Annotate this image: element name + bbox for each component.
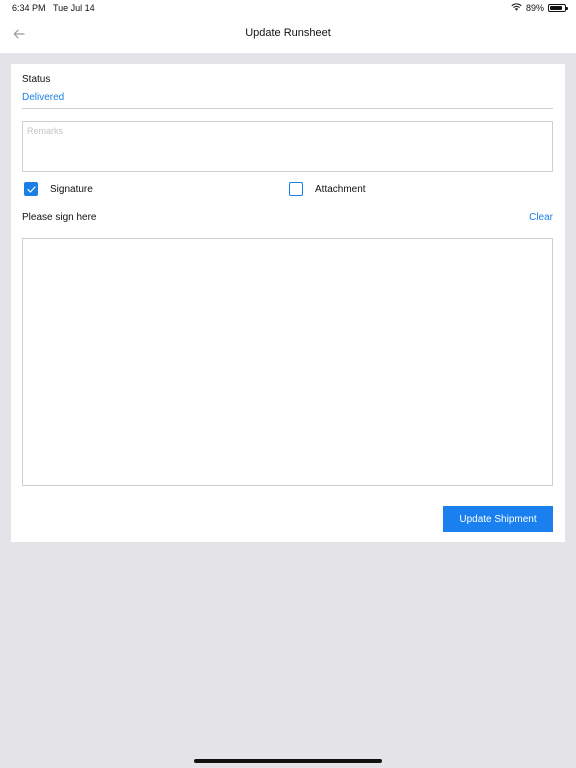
home-indicator <box>194 759 382 763</box>
attachment-option[interactable]: Attachment <box>289 182 366 196</box>
battery-percent: 89% <box>525 3 544 13</box>
checkmark-icon <box>26 185 36 193</box>
signature-pad[interactable] <box>22 238 553 486</box>
status-label: Status <box>22 74 51 85</box>
update-form-card: Status Delivered Signature Attachment Pl… <box>11 64 565 542</box>
status-date: Tue Jul 14 <box>53 3 95 13</box>
status-bar: 6:34 PM Tue Jul 14 89% <box>0 0 576 16</box>
page-title: Update Runsheet <box>245 27 331 39</box>
clear-signature-button[interactable]: Clear <box>529 212 553 223</box>
status-underline <box>22 108 553 109</box>
signature-label: Signature <box>50 183 93 195</box>
update-shipment-button[interactable]: Update Shipment <box>443 506 553 532</box>
wifi-icon <box>511 3 522 13</box>
status-dropdown[interactable]: Delivered <box>22 92 64 103</box>
remarks-input[interactable] <box>22 121 553 172</box>
sign-prompt: Please sign here <box>22 212 97 223</box>
status-right: 89% <box>511 2 568 14</box>
status-time: 6:34 PM <box>12 3 46 13</box>
signature-option[interactable]: Signature <box>24 182 93 196</box>
attachment-checkbox[interactable] <box>289 182 303 196</box>
signature-checkbox[interactable] <box>24 182 38 196</box>
nav-bar: Update Runsheet <box>0 16 576 53</box>
battery-icon <box>548 4 568 12</box>
battery-fill <box>550 6 563 10</box>
attachment-label: Attachment <box>315 183 366 195</box>
